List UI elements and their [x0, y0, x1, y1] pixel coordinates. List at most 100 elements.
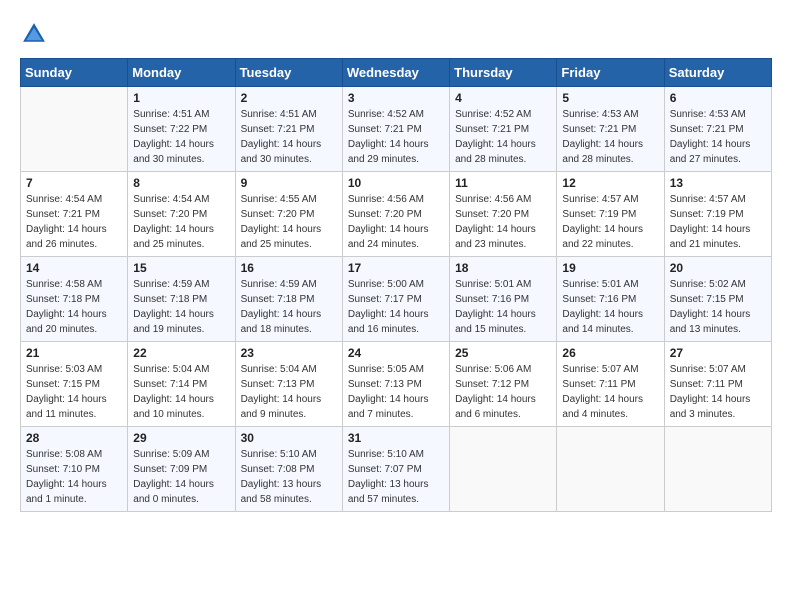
day-info: Sunrise: 4:51 AMSunset: 7:21 PMDaylight:… — [241, 107, 337, 167]
day-info: Sunrise: 5:09 AMSunset: 7:09 PMDaylight:… — [133, 447, 229, 507]
calendar-cell: 11 Sunrise: 4:56 AMSunset: 7:20 PMDaylig… — [450, 172, 557, 257]
day-info: Sunrise: 5:00 AMSunset: 7:17 PMDaylight:… — [348, 277, 444, 337]
day-number: 1 — [133, 91, 229, 105]
calendar-cell: 7 Sunrise: 4:54 AMSunset: 7:21 PMDayligh… — [21, 172, 128, 257]
calendar-cell: 27 Sunrise: 5:07 AMSunset: 7:11 PMDaylig… — [664, 342, 771, 427]
calendar-cell — [664, 427, 771, 512]
weekday-header: Thursday — [450, 59, 557, 87]
day-info: Sunrise: 4:56 AMSunset: 7:20 PMDaylight:… — [455, 192, 551, 252]
day-info: Sunrise: 4:54 AMSunset: 7:20 PMDaylight:… — [133, 192, 229, 252]
weekday-header: Wednesday — [342, 59, 449, 87]
calendar-cell: 19 Sunrise: 5:01 AMSunset: 7:16 PMDaylig… — [557, 257, 664, 342]
day-info: Sunrise: 4:59 AMSunset: 7:18 PMDaylight:… — [133, 277, 229, 337]
day-info: Sunrise: 4:54 AMSunset: 7:21 PMDaylight:… — [26, 192, 122, 252]
day-info: Sunrise: 4:51 AMSunset: 7:22 PMDaylight:… — [133, 107, 229, 167]
calendar-cell: 23 Sunrise: 5:04 AMSunset: 7:13 PMDaylig… — [235, 342, 342, 427]
logo — [20, 20, 52, 48]
calendar-cell: 4 Sunrise: 4:52 AMSunset: 7:21 PMDayligh… — [450, 87, 557, 172]
calendar-cell — [450, 427, 557, 512]
calendar-cell: 29 Sunrise: 5:09 AMSunset: 7:09 PMDaylig… — [128, 427, 235, 512]
day-number: 12 — [562, 176, 658, 190]
calendar-cell: 26 Sunrise: 5:07 AMSunset: 7:11 PMDaylig… — [557, 342, 664, 427]
day-number: 15 — [133, 261, 229, 275]
calendar-cell: 20 Sunrise: 5:02 AMSunset: 7:15 PMDaylig… — [664, 257, 771, 342]
calendar-cell: 9 Sunrise: 4:55 AMSunset: 7:20 PMDayligh… — [235, 172, 342, 257]
calendar-cell: 17 Sunrise: 5:00 AMSunset: 7:17 PMDaylig… — [342, 257, 449, 342]
day-number: 3 — [348, 91, 444, 105]
day-number: 22 — [133, 346, 229, 360]
day-number: 21 — [26, 346, 122, 360]
calendar-table: SundayMondayTuesdayWednesdayThursdayFrid… — [20, 58, 772, 512]
day-info: Sunrise: 4:53 AMSunset: 7:21 PMDaylight:… — [670, 107, 766, 167]
day-number: 11 — [455, 176, 551, 190]
day-number: 13 — [670, 176, 766, 190]
day-info: Sunrise: 4:55 AMSunset: 7:20 PMDaylight:… — [241, 192, 337, 252]
day-number: 7 — [26, 176, 122, 190]
calendar-cell: 3 Sunrise: 4:52 AMSunset: 7:21 PMDayligh… — [342, 87, 449, 172]
day-number: 27 — [670, 346, 766, 360]
calendar-week-row: 7 Sunrise: 4:54 AMSunset: 7:21 PMDayligh… — [21, 172, 772, 257]
day-info: Sunrise: 5:08 AMSunset: 7:10 PMDaylight:… — [26, 447, 122, 507]
day-number: 23 — [241, 346, 337, 360]
calendar-cell: 12 Sunrise: 4:57 AMSunset: 7:19 PMDaylig… — [557, 172, 664, 257]
day-info: Sunrise: 4:53 AMSunset: 7:21 PMDaylight:… — [562, 107, 658, 167]
logo-icon — [20, 20, 48, 48]
day-number: 28 — [26, 431, 122, 445]
calendar-cell: 28 Sunrise: 5:08 AMSunset: 7:10 PMDaylig… — [21, 427, 128, 512]
calendar-cell: 15 Sunrise: 4:59 AMSunset: 7:18 PMDaylig… — [128, 257, 235, 342]
day-info: Sunrise: 5:02 AMSunset: 7:15 PMDaylight:… — [670, 277, 766, 337]
day-number: 2 — [241, 91, 337, 105]
page-header — [20, 20, 772, 48]
calendar-cell: 1 Sunrise: 4:51 AMSunset: 7:22 PMDayligh… — [128, 87, 235, 172]
weekday-header: Saturday — [664, 59, 771, 87]
day-info: Sunrise: 4:52 AMSunset: 7:21 PMDaylight:… — [455, 107, 551, 167]
calendar-cell: 6 Sunrise: 4:53 AMSunset: 7:21 PMDayligh… — [664, 87, 771, 172]
calendar-cell — [21, 87, 128, 172]
calendar-week-row: 1 Sunrise: 4:51 AMSunset: 7:22 PMDayligh… — [21, 87, 772, 172]
day-number: 20 — [670, 261, 766, 275]
weekday-header: Friday — [557, 59, 664, 87]
day-info: Sunrise: 5:01 AMSunset: 7:16 PMDaylight:… — [455, 277, 551, 337]
day-number: 26 — [562, 346, 658, 360]
calendar-cell: 13 Sunrise: 4:57 AMSunset: 7:19 PMDaylig… — [664, 172, 771, 257]
day-info: Sunrise: 5:04 AMSunset: 7:14 PMDaylight:… — [133, 362, 229, 422]
weekday-header: Monday — [128, 59, 235, 87]
day-info: Sunrise: 4:59 AMSunset: 7:18 PMDaylight:… — [241, 277, 337, 337]
day-number: 18 — [455, 261, 551, 275]
weekday-header: Sunday — [21, 59, 128, 87]
day-number: 30 — [241, 431, 337, 445]
calendar-cell: 30 Sunrise: 5:10 AMSunset: 7:08 PMDaylig… — [235, 427, 342, 512]
day-number: 8 — [133, 176, 229, 190]
weekday-header-row: SundayMondayTuesdayWednesdayThursdayFrid… — [21, 59, 772, 87]
calendar-cell: 21 Sunrise: 5:03 AMSunset: 7:15 PMDaylig… — [21, 342, 128, 427]
day-number: 14 — [26, 261, 122, 275]
day-number: 6 — [670, 91, 766, 105]
day-info: Sunrise: 4:56 AMSunset: 7:20 PMDaylight:… — [348, 192, 444, 252]
weekday-header: Tuesday — [235, 59, 342, 87]
day-number: 24 — [348, 346, 444, 360]
day-info: Sunrise: 5:01 AMSunset: 7:16 PMDaylight:… — [562, 277, 658, 337]
day-number: 25 — [455, 346, 551, 360]
day-info: Sunrise: 5:04 AMSunset: 7:13 PMDaylight:… — [241, 362, 337, 422]
calendar-week-row: 21 Sunrise: 5:03 AMSunset: 7:15 PMDaylig… — [21, 342, 772, 427]
day-info: Sunrise: 5:05 AMSunset: 7:13 PMDaylight:… — [348, 362, 444, 422]
day-info: Sunrise: 4:57 AMSunset: 7:19 PMDaylight:… — [562, 192, 658, 252]
day-number: 4 — [455, 91, 551, 105]
day-info: Sunrise: 4:52 AMSunset: 7:21 PMDaylight:… — [348, 107, 444, 167]
calendar-cell: 18 Sunrise: 5:01 AMSunset: 7:16 PMDaylig… — [450, 257, 557, 342]
day-number: 10 — [348, 176, 444, 190]
day-number: 9 — [241, 176, 337, 190]
day-info: Sunrise: 5:06 AMSunset: 7:12 PMDaylight:… — [455, 362, 551, 422]
day-number: 31 — [348, 431, 444, 445]
day-number: 16 — [241, 261, 337, 275]
day-info: Sunrise: 4:57 AMSunset: 7:19 PMDaylight:… — [670, 192, 766, 252]
calendar-cell: 8 Sunrise: 4:54 AMSunset: 7:20 PMDayligh… — [128, 172, 235, 257]
calendar-week-row: 14 Sunrise: 4:58 AMSunset: 7:18 PMDaylig… — [21, 257, 772, 342]
calendar-cell: 22 Sunrise: 5:04 AMSunset: 7:14 PMDaylig… — [128, 342, 235, 427]
calendar-cell — [557, 427, 664, 512]
calendar-week-row: 28 Sunrise: 5:08 AMSunset: 7:10 PMDaylig… — [21, 427, 772, 512]
calendar-cell: 25 Sunrise: 5:06 AMSunset: 7:12 PMDaylig… — [450, 342, 557, 427]
day-info: Sunrise: 5:10 AMSunset: 7:08 PMDaylight:… — [241, 447, 337, 507]
day-number: 29 — [133, 431, 229, 445]
day-number: 5 — [562, 91, 658, 105]
